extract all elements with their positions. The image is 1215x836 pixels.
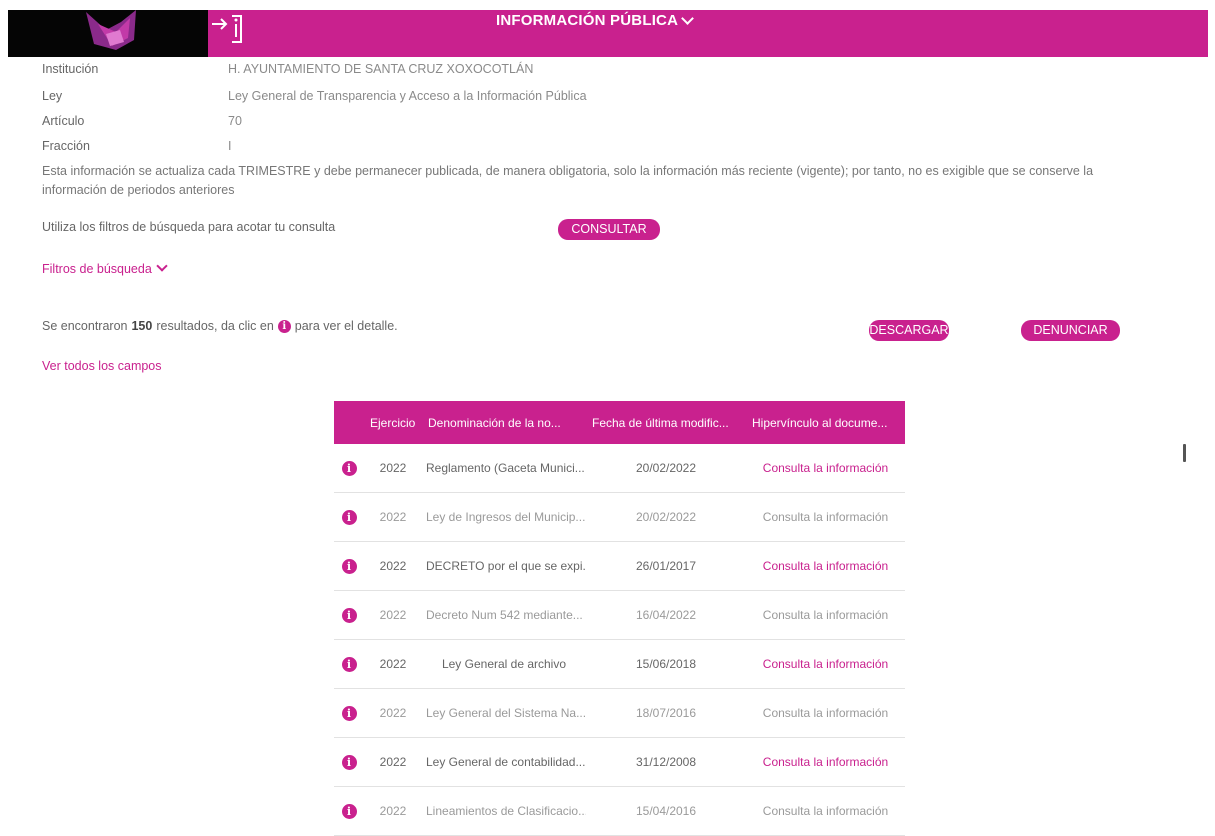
cell-denominacion: Ley General de archivo [422,639,586,689]
cell-ejercicio: 2022 [364,590,422,640]
logo[interactable] [8,10,208,57]
column-header-info [334,401,364,444]
cell-ejercicio: 2022 [364,737,422,787]
filters-hint: Utiliza los filtros de búsqueda para aco… [42,220,336,234]
meta-label-ley: Ley [42,89,63,103]
cell-ejercicio: 2022 [364,444,422,493]
column-header-ejercicio[interactable]: Ejercicio [364,401,422,444]
table-row: i 2022 Ley General del Sistema Na... 18/… [334,688,905,738]
meta-value-articulo: 70 [228,114,242,128]
info-icon[interactable]: i [341,705,357,721]
info-publica-menu[interactable]: INFORMACIÓN PÚBLICA [496,12,694,29]
chevron-down-icon [156,260,168,272]
filters-toggle[interactable]: Filtros de búsqueda [42,260,168,276]
results-summary: Se encontraron 150 resultados, da clic e… [42,319,398,333]
login-icon[interactable] [208,12,248,46]
table-row: i 2022 Reglamento (Gaceta Munici... 20/0… [334,444,905,493]
cell-fecha: 18/07/2016 [586,688,746,738]
meta-value-fraccion: I [228,139,232,153]
meta-label-articulo: Artículo [42,114,85,128]
update-notice: Esta información se actualiza cada TRIME… [42,164,1094,197]
results-count: 150 [131,319,153,333]
info-icon[interactable]: i [341,509,357,525]
cell-denominacion: Ley de Ingresos del Municip... [422,492,586,542]
filters-toggle-label: Filtros de búsqueda [42,262,152,276]
table-row: i 2022 Decreto Num 542 mediante... 16/04… [334,590,905,640]
results-middle: resultados, da clic en [156,319,274,333]
chevron-down-icon [681,12,694,25]
info-icon: i [277,319,291,333]
denunciar-button[interactable]: DENUNCIAR [1021,320,1120,341]
info-icon[interactable]: i [341,607,357,623]
table-row: i 2022 DECRETO por el que se expi... 26/… [334,541,905,591]
table-row: i 2022 Lineamientos de Clasificacio... 1… [334,786,905,836]
info-icon[interactable]: i [341,558,357,574]
meta-label-institucion: Institución [42,62,99,76]
results-table: Ejercicio Denominación de la no... Fecha… [334,401,905,836]
column-header-fecha[interactable]: Fecha de última modific... [586,401,746,444]
cell-fecha: 15/04/2016 [586,786,746,836]
cell-ejercicio: 2022 [364,541,422,591]
show-all-fields-link[interactable]: Ver todos los campos [42,359,162,373]
cell-hipervinculo-link[interactable]: Consulta la información [746,786,905,836]
table-row: i 2022 Ley General de archivo 15/06/2018… [334,639,905,689]
cell-hipervinculo-link[interactable]: Consulta la información [746,639,905,689]
column-header-denominacion[interactable]: Denominación de la no... [422,401,586,444]
info-icon[interactable]: i [341,754,357,770]
page-title: INFORMACIÓN PÚBLICA [496,12,679,29]
results-prefix: Se encontraron [42,319,128,333]
results-suffix: para ver el detalle. [294,319,398,333]
cell-hipervinculo-link[interactable]: Consulta la información [746,492,905,542]
cell-denominacion: Decreto Num 542 mediante... [422,590,586,640]
cell-fecha: 26/01/2017 [586,541,746,591]
cell-fecha: 20/02/2022 [586,492,746,542]
cell-denominacion: DECRETO por el que se expi... [422,541,586,591]
table-row: i 2022 Ley de Ingresos del Municip... 20… [334,492,905,542]
cell-hipervinculo-link[interactable]: Consulta la información [746,688,905,738]
scrollbar[interactable] [1183,444,1186,462]
cell-fecha: 15/06/2018 [586,639,746,689]
top-bar: INFORMACIÓN PÚBLICA [8,10,1208,57]
cell-denominacion: Lineamientos de Clasificacio... [422,786,586,836]
cell-hipervinculo-link[interactable]: Consulta la información [746,541,905,591]
info-icon[interactable]: i [341,803,357,819]
cell-denominacion: Ley General del Sistema Na... [422,688,586,738]
column-header-hipervinculo[interactable]: Hipervínculo al docume... [746,401,905,444]
meta-value-institucion: H. AYUNTAMIENTO DE SANTA CRUZ XOXOCOTLÁN [228,62,534,76]
cell-fecha: 31/12/2008 [586,737,746,787]
meta-label-fraccion: Fracción [42,139,90,153]
table-header-row: Ejercicio Denominación de la no... Fecha… [334,401,905,444]
cell-fecha: 20/02/2022 [586,444,746,493]
cell-fecha: 16/04/2022 [586,590,746,640]
meta-value-ley: Ley General de Transparencia y Acceso a … [228,89,587,103]
descargar-button[interactable]: DESCARGAR [869,320,949,341]
gobierno-logo-icon [86,10,136,50]
cell-hipervinculo-link[interactable]: Consulta la información [746,590,905,640]
consultar-button[interactable]: CONSULTAR [558,219,660,240]
cell-ejercicio: 2022 [364,688,422,738]
cell-denominacion: Ley General de contabilidad... [422,737,586,787]
cell-ejercicio: 2022 [364,639,422,689]
cell-hipervinculo-link[interactable]: Consulta la información [746,444,905,493]
cell-hipervinculo-link[interactable]: Consulta la información [746,737,905,787]
cell-denominacion: Reglamento (Gaceta Munici... [422,444,586,493]
table-row: i 2022 Ley General de contabilidad... 31… [334,737,905,787]
cell-ejercicio: 2022 [364,492,422,542]
info-icon[interactable]: i [341,656,357,672]
info-icon[interactable]: i [341,460,357,476]
cell-ejercicio: 2022 [364,786,422,836]
